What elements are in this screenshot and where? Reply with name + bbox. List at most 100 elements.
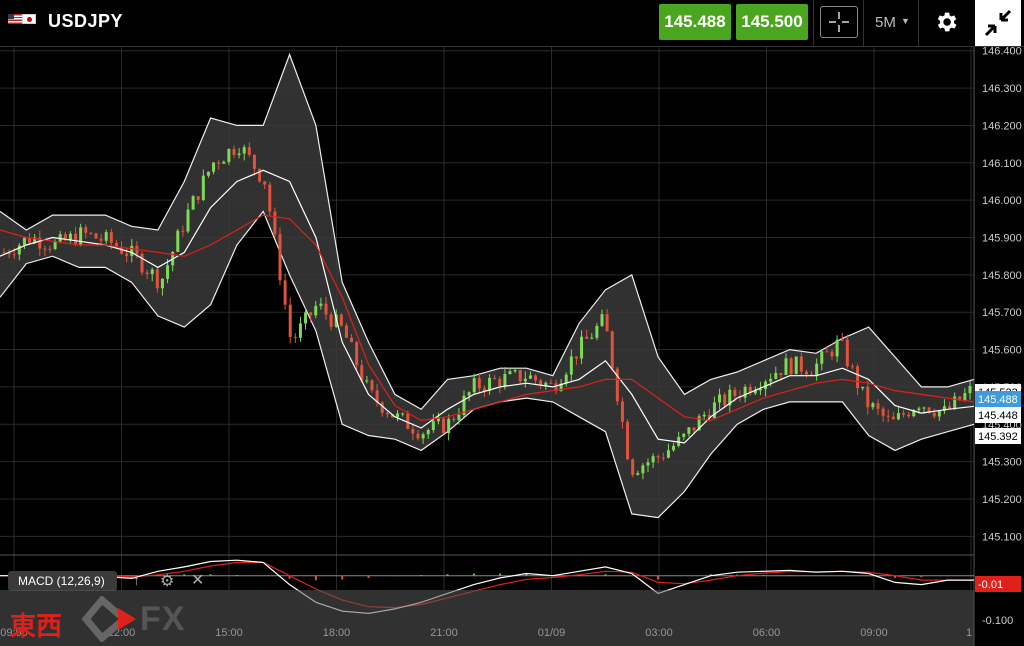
- candle-body: [431, 421, 435, 431]
- crosshair-icon: [829, 12, 849, 32]
- symbol-label[interactable]: USDJPY: [48, 11, 123, 32]
- candle-body: [758, 389, 762, 391]
- candle-body: [344, 325, 348, 338]
- candle-body: [350, 337, 354, 343]
- sell-price-button[interactable]: 145.488: [659, 4, 731, 40]
- price-tick-label: 146.000: [982, 195, 1022, 207]
- candle-body: [830, 351, 834, 357]
- candle-body: [48, 248, 52, 250]
- price-chart[interactable]: 146.400 146.300 146.200 146.100 146.000 145.9…: [0, 47, 1024, 646]
- candle-body: [580, 336, 584, 359]
- candle-body: [125, 253, 129, 256]
- price-tick-label: 145.700: [982, 307, 1022, 319]
- candle-body: [222, 161, 226, 164]
- candle-body: [401, 413, 405, 415]
- candle-body: [298, 323, 302, 338]
- top-toolbar: USDJPY 145.488 145.500 5M ▼: [0, 0, 1024, 47]
- candle-body: [278, 234, 282, 281]
- price-tick-label: 145.600: [982, 345, 1022, 357]
- macd-axis-label: -0.100: [982, 615, 1013, 627]
- candle-body: [503, 374, 507, 387]
- macd-label[interactable]: MACD (12,26,9): [8, 571, 117, 591]
- candle-body: [329, 314, 333, 327]
- bollinger-fill: [0, 54, 974, 518]
- toolbar-divider: [918, 0, 919, 46]
- candle-body: [661, 457, 665, 459]
- candle-body: [907, 414, 911, 417]
- candle-body: [385, 413, 389, 415]
- candle-body: [89, 232, 93, 234]
- candle-body: [416, 433, 420, 439]
- candle-body: [876, 403, 880, 409]
- candle-body: [702, 414, 706, 417]
- candle-body: [94, 233, 98, 239]
- candle-body: [825, 351, 829, 353]
- candle-body: [447, 418, 451, 434]
- chevron-down-icon[interactable]: ▼: [901, 16, 910, 26]
- collapse-button[interactable]: [975, 0, 1021, 46]
- crosshair-button[interactable]: [820, 6, 858, 38]
- candle-body: [886, 415, 890, 417]
- us-flag-icon: [8, 14, 22, 24]
- candle-body: [242, 147, 246, 154]
- candle-body: [712, 402, 716, 419]
- price-tick-label: 146.200: [982, 120, 1022, 132]
- candle-body: [804, 371, 808, 375]
- candle-body: [784, 358, 788, 375]
- candle-body: [477, 378, 481, 389]
- candle-body: [891, 416, 895, 420]
- candle-body: [866, 386, 870, 408]
- candle-body: [68, 233, 72, 241]
- candle-body: [896, 413, 900, 420]
- candle-body: [861, 386, 865, 389]
- candle-body: [304, 312, 308, 324]
- candle-body: [406, 413, 410, 429]
- close-icon[interactable]: ✕: [191, 570, 204, 590]
- logo-icon: [81, 596, 136, 642]
- candle-body: [263, 181, 267, 185]
- candle-body: [217, 162, 221, 164]
- candle-body: [2, 252, 6, 254]
- candle-body: [779, 372, 783, 375]
- candle-body: [166, 265, 170, 279]
- candle-body: [493, 377, 497, 379]
- gear-icon[interactable]: [933, 8, 959, 36]
- arrow-up-icon[interactable]: ↑: [133, 572, 140, 588]
- interval-selector[interactable]: 5M: [875, 14, 896, 31]
- candle-body: [186, 209, 190, 232]
- macd-settings-icon[interactable]: ⚙: [160, 571, 174, 591]
- candle-body: [656, 456, 660, 458]
- price-tick-label: 145.800: [982, 270, 1022, 282]
- candle-body: [774, 372, 778, 379]
- toolbar-divider: [813, 0, 814, 46]
- candle-body: [835, 339, 839, 357]
- candle-body: [355, 342, 359, 366]
- lower-band-tag: 145.392: [978, 431, 1018, 443]
- candle-body: [902, 413, 906, 415]
- candle-body: [17, 245, 21, 255]
- buy-price-button[interactable]: 145.500: [736, 4, 808, 40]
- candle-body: [799, 356, 803, 372]
- price-tick-label: 145.200: [982, 494, 1022, 506]
- candle-body: [549, 382, 553, 384]
- candle-body: [718, 394, 722, 403]
- candle-body: [268, 184, 272, 212]
- candle-body: [365, 380, 369, 382]
- candle-body: [871, 403, 875, 408]
- candle-body: [692, 427, 696, 431]
- candlesticks: [2, 142, 972, 480]
- candle-body: [723, 394, 727, 406]
- candle-body: [488, 377, 492, 391]
- candle-body: [631, 459, 635, 475]
- candle-body: [43, 248, 47, 250]
- candle-body: [201, 175, 205, 200]
- watermark-text: 東西: [10, 612, 63, 642]
- candle-body: [212, 162, 216, 172]
- bollinger-bands: [0, 52, 975, 519]
- candle-body: [53, 241, 57, 249]
- candle-body: [309, 312, 313, 316]
- candle-body: [820, 351, 824, 364]
- candle-body: [160, 278, 164, 289]
- price-tick-label: 145.900: [982, 233, 1022, 245]
- candle-body: [948, 406, 952, 409]
